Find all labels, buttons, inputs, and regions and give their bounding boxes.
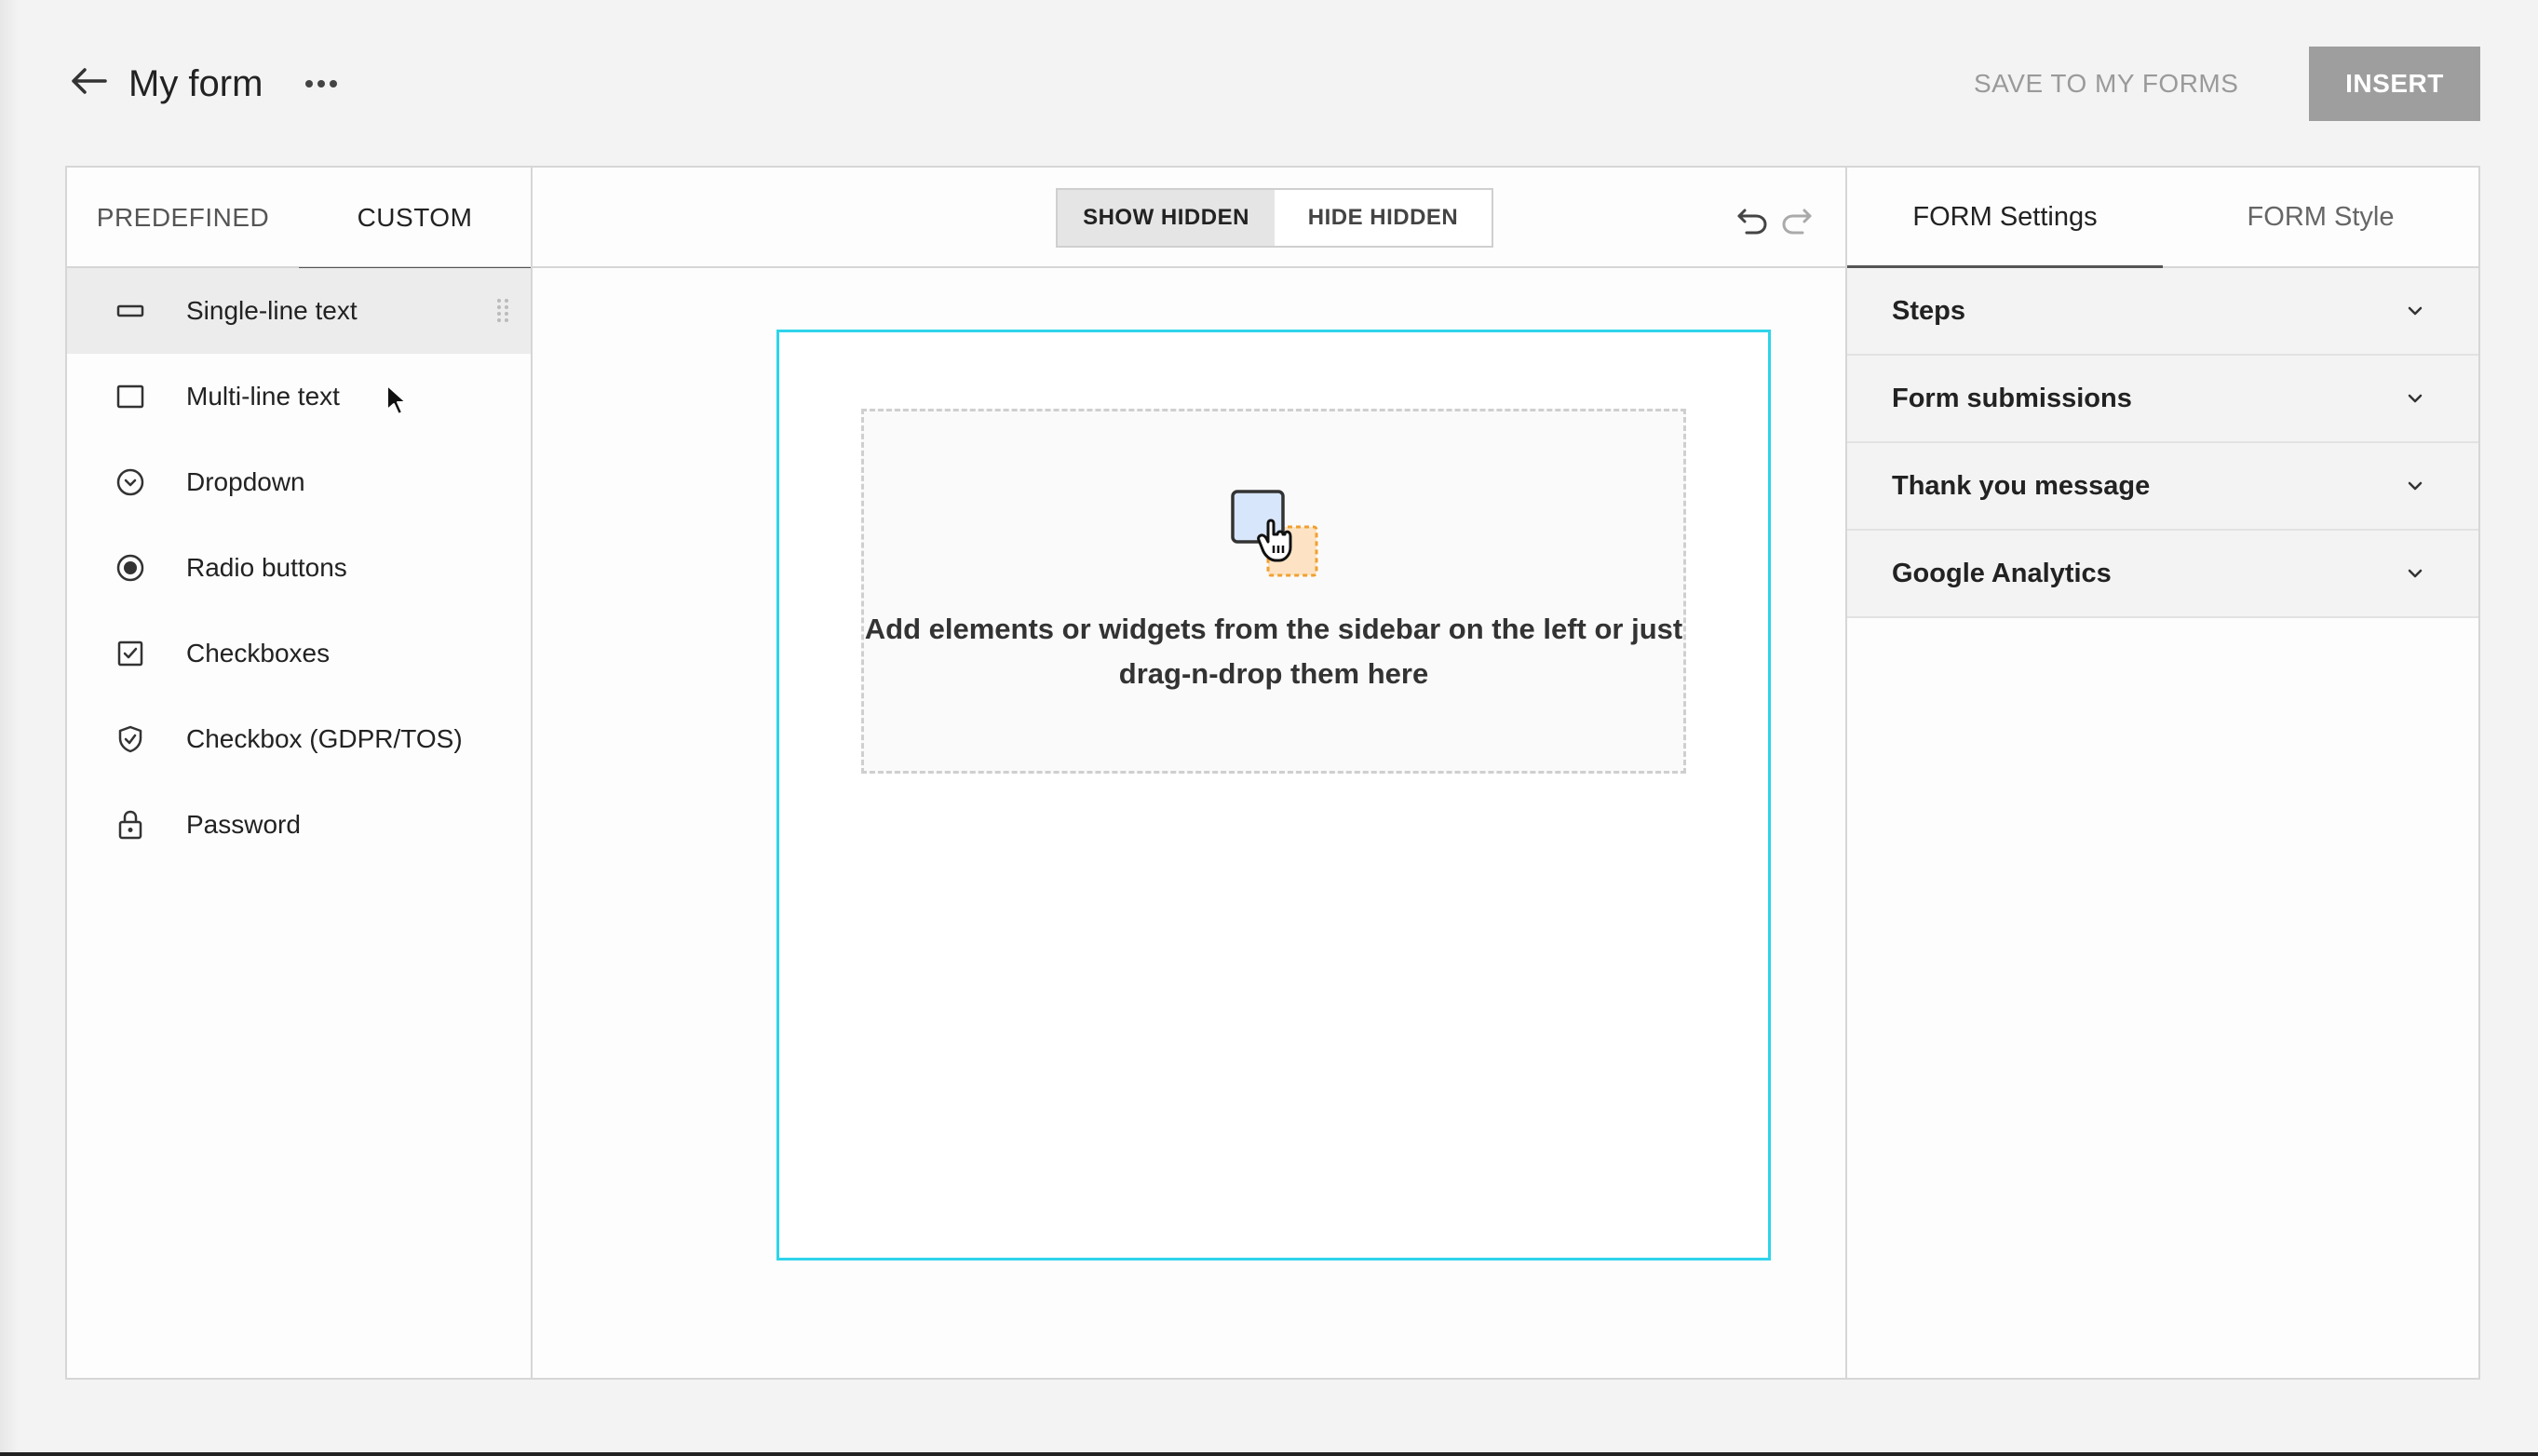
mouse-cursor-icon (386, 384, 407, 415)
tab-custom[interactable]: CUSTOM (299, 168, 531, 270)
dropdown-icon (112, 464, 149, 501)
section-steps[interactable]: Steps (1847, 268, 2478, 356)
element-multi-line-text[interactable]: Multi-line text (67, 354, 531, 439)
drop-zone-instructions: Add elements or widgets from the sidebar… (864, 613, 1683, 690)
settings-sidebar: FORM Settings FORM Style Steps Form subm… (1847, 168, 2478, 1378)
element-label: Radio buttons (186, 553, 347, 582)
save-to-my-forms-button[interactable]: SAVE TO MY FORMS (1974, 58, 2238, 110)
shield-check-icon (112, 721, 149, 758)
element-radio-buttons[interactable]: Radio buttons (67, 525, 531, 611)
left-edge-shadow (0, 0, 19, 1456)
element-label: Dropdown (186, 467, 305, 496)
back-button[interactable] (65, 58, 112, 104)
form-canvas[interactable]: Add elements or widgets from the sidebar… (776, 330, 1771, 1261)
element-label: Multi-line text (186, 382, 340, 411)
redo-icon[interactable] (1778, 201, 1816, 238)
section-label: Google Analytics (1892, 558, 2112, 588)
element-label: Checkbox (GDPR/TOS) (186, 724, 463, 753)
single-line-icon (112, 292, 149, 330)
checkbox-icon (112, 635, 149, 672)
sidebar-tabs: PREDEFINED CUSTOM (67, 168, 531, 270)
element-dropdown[interactable]: Dropdown (67, 439, 531, 525)
drop-zone[interactable]: Add elements or widgets from the sidebar… (861, 409, 1686, 774)
element-label: Single-line text (186, 296, 358, 325)
tab-form-style[interactable]: FORM Style (2163, 168, 2478, 266)
hide-hidden-button[interactable]: HIDE HIDDEN (1275, 190, 1492, 246)
settings-tabs: FORM Settings FORM Style (1847, 168, 2478, 268)
insert-button[interactable]: INSERT (2309, 47, 2480, 121)
undo-icon[interactable] (1734, 201, 1771, 238)
section-google-analytics[interactable]: Google Analytics (1847, 531, 2478, 618)
arrow-left-icon (72, 68, 107, 94)
lock-icon (112, 806, 149, 843)
multi-line-icon (112, 378, 149, 415)
drag-handle-icon[interactable] (493, 296, 512, 326)
tab-predefined[interactable]: PREDEFINED (67, 168, 299, 268)
drag-drop-icon (1231, 490, 1318, 577)
canvas-toolbar: SHOW HIDDEN HIDE HIDDEN (533, 168, 1845, 268)
show-hidden-button[interactable]: SHOW HIDDEN (1058, 190, 1275, 246)
section-label: Thank you message (1892, 470, 2151, 501)
chevron-down-icon (2408, 306, 2423, 316)
chevron-down-icon (2408, 394, 2423, 403)
form-builder-window: My form SAVE TO MY FORMS INSERT PREDEFIN… (0, 0, 2538, 1456)
element-label: Checkboxes (186, 639, 331, 667)
element-list: Single-line text Multi-line text Dropdow… (67, 268, 531, 868)
element-checkboxes[interactable]: Checkboxes (67, 611, 531, 696)
form-canvas-area: SHOW HIDDEN HIDE HIDDEN Add elements or … (533, 168, 1847, 1378)
page-title: My form (128, 63, 263, 104)
chevron-down-icon (2408, 481, 2423, 491)
section-form-submissions[interactable]: Form submissions (1847, 356, 2478, 443)
section-label: Form submissions (1892, 383, 2132, 413)
radio-icon (112, 549, 149, 586)
window-bottom-edge (0, 1452, 2538, 1456)
element-checkbox-gdpr[interactable]: Checkbox (GDPR/TOS) (67, 696, 531, 782)
chevron-down-icon (2408, 569, 2423, 578)
elements-sidebar: PREDEFINED CUSTOM Single-line text Multi… (67, 168, 533, 1378)
hidden-toggle: SHOW HIDDEN HIDE HIDDEN (1056, 188, 1493, 248)
element-password[interactable]: Password (67, 782, 531, 868)
tab-form-settings[interactable]: FORM Settings (1847, 168, 2163, 268)
element-single-line-text[interactable]: Single-line text (67, 268, 531, 354)
builder-frame: PREDEFINED CUSTOM Single-line text Multi… (65, 166, 2480, 1380)
section-thank-you-message[interactable]: Thank you message (1847, 443, 2478, 531)
more-options-button[interactable] (303, 65, 340, 102)
settings-accordion: Steps Form submissions Thank you message… (1847, 268, 2478, 618)
header: My form SAVE TO MY FORMS INSERT (0, 0, 2538, 166)
element-label: Password (186, 810, 301, 839)
more-dots-icon (305, 80, 337, 88)
section-label: Steps (1892, 295, 1965, 326)
